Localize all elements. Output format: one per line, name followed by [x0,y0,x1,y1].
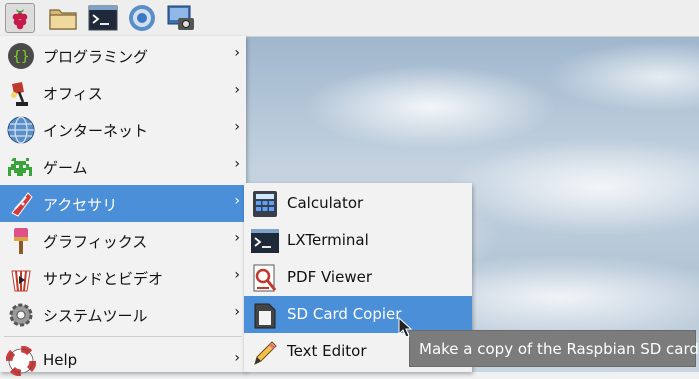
terminal-icon [251,229,279,253]
menu-item-programming[interactable]: {} プログラミング › [0,37,246,74]
terminal-icon [88,5,118,31]
menu-item-games[interactable]: ゲーム › [0,148,246,185]
tooltip: Make a copy of the Raspbian SD card [409,330,699,367]
svg-text:{}: {} [13,49,30,65]
main-menu-button[interactable] [5,3,35,33]
menu-item-label: SD Card Copier [287,305,402,323]
sd-card-icon [254,303,276,329]
calculator-icon [253,191,277,217]
menu-item-label: サウンドとビデオ [43,270,164,288]
applications-menu: {} プログラミング › オフィス › インターネット › ゲーム › アクセサ… [0,36,246,376]
submenu-arrow-icon: › [234,45,240,61]
menu-item-label: プログラミング [43,48,149,66]
submenu-arrow-icon: › [234,267,240,283]
submenu-arrow-icon: › [234,304,240,320]
submenu-arrow-icon: › [234,119,240,135]
submenu-arrow-icon: › [234,350,240,366]
folder-icon [49,9,77,30]
office-lamp-icon [11,82,28,106]
submenu-item-calculator[interactable]: Calculator [244,185,472,222]
menu-item-label: システムツール [43,307,148,325]
screenshot-icon [167,5,194,30]
programming-icon: {} [8,43,34,69]
web-browser-icon [129,5,155,31]
paintbrush-icon [14,228,28,254]
submenu-arrow-icon: › [234,156,240,172]
menu-item-label: Text Editor [287,342,367,360]
menu-item-graphics[interactable]: グラフィックス › [0,222,246,259]
mouse-pointer-icon [398,317,413,338]
gear-icon [9,303,33,327]
taskbar [0,0,699,37]
menu-item-help[interactable]: Help › [0,342,246,379]
menu-item-label: LXTerminal [287,231,369,249]
submenu-arrow-icon: › [234,193,240,209]
accessories-knife-icon [11,192,33,217]
submenu-arrow-icon: › [234,230,240,246]
submenu-item-lxterminal[interactable]: LXTerminal [244,222,472,259]
menu-item-label: インターネット [43,122,149,140]
tooltip-text: Make a copy of the Raspbian SD card [419,340,699,358]
menu-item-label: オフィス [43,85,103,103]
screenshot-button[interactable] [166,3,196,33]
menu-separator [4,336,242,337]
game-invader-icon [8,158,32,176]
globe-icon [7,116,35,144]
submenu-arrow-icon: › [234,82,240,98]
menu-item-label: グラフィックス [43,233,148,251]
menu-item-system-tools[interactable]: システムツール › [0,296,246,333]
web-browser-button[interactable] [127,3,157,33]
menu-item-internet[interactable]: インターネット › [0,111,246,148]
menu-item-label: ゲーム [43,159,88,177]
pencil-icon [254,341,277,365]
menu-item-label: Help [43,351,78,369]
pdf-viewer-icon [253,264,277,292]
submenu-item-pdf-viewer[interactable]: PDF Viewer [244,259,472,296]
file-manager-button[interactable] [48,3,78,33]
popcorn-icon [11,270,31,292]
submenu-item-sd-card-copier[interactable]: SD Card Copier [244,296,472,333]
menu-item-label: PDF Viewer [287,268,372,286]
menu-item-sound-video[interactable]: サウンドとビデオ › [0,259,246,296]
menu-item-label: Calculator [287,194,364,212]
terminal-button[interactable] [88,3,118,33]
menu-item-accessories[interactable]: アクセサリ › [0,185,246,222]
menu-item-label: アクセサリ [43,196,118,214]
menu-item-office[interactable]: オフィス › [0,74,246,111]
raspberry-icon [12,9,28,30]
